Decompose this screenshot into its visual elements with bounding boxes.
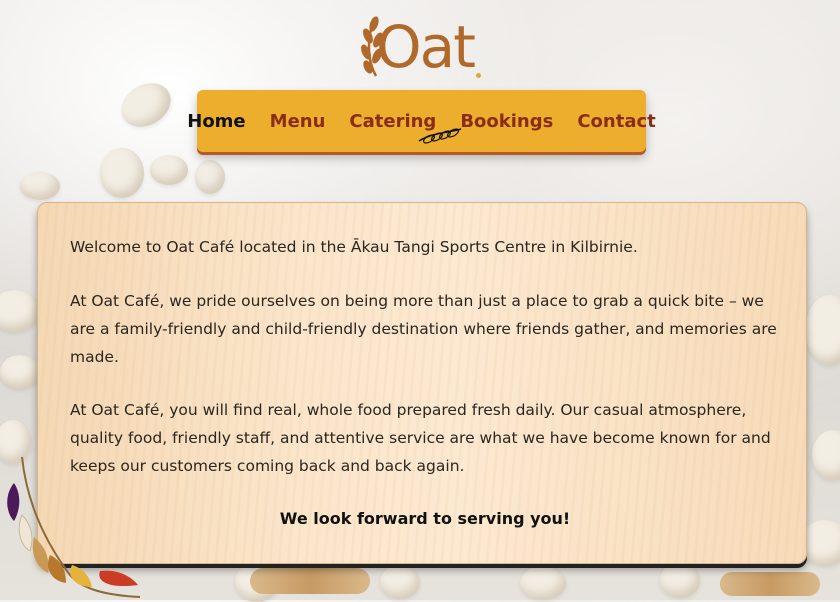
content-panel: Welcome to Oat Café located in the Ākau …	[37, 202, 807, 564]
nav-active-sprig-icon	[418, 128, 462, 144]
logo-text: Oat	[376, 13, 476, 81]
feather-decoration-icon	[7, 456, 141, 598]
closing-line: We look forward to serving you!	[279, 509, 571, 528]
logo[interactable]: Oat	[358, 10, 488, 82]
nav-item-contact[interactable]: Contact	[577, 111, 655, 132]
logo-dot	[476, 73, 481, 78]
food-paragraph: At Oat Café, you will find real, whole f…	[70, 401, 771, 475]
nav-item-bookings[interactable]: Bookings	[460, 111, 553, 132]
nav-item-menu[interactable]: Menu	[270, 111, 326, 132]
main-navigation: Home Menu Catering Bookings Contact	[187, 90, 656, 152]
about-paragraph: At Oat Café, we pride ourselves on being…	[70, 292, 777, 366]
nav-item-home[interactable]: Home	[187, 111, 245, 132]
welcome-paragraph: Welcome to Oat Café located in the Ākau …	[70, 238, 638, 256]
